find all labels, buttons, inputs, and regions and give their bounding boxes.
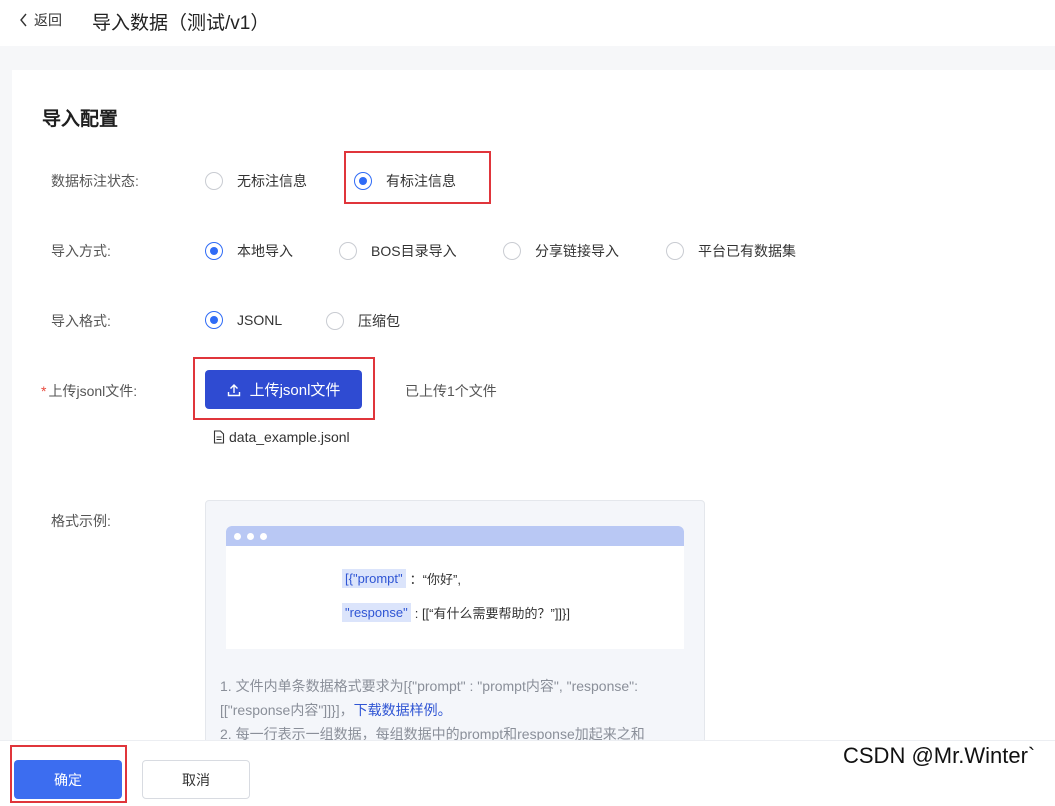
- code-line-prompt: [{"prompt" ：“你好”,: [342, 569, 461, 588]
- back-label: 返回: [34, 12, 62, 28]
- radio-circle: [205, 172, 223, 190]
- window-dot-icon: [247, 532, 254, 540]
- import-method-label: 导入方式:: [51, 243, 111, 259]
- file-icon: [213, 430, 225, 444]
- annotation-status-label: 数据标注状态:: [51, 173, 139, 189]
- radio-label: 本地导入: [237, 243, 293, 259]
- code-key-prompt: [{"prompt": [342, 569, 406, 588]
- back-button[interactable]: 返回: [18, 10, 62, 30]
- window-dot-icon: [260, 532, 267, 540]
- radio-share-link-import[interactable]: 分享链接导入: [503, 241, 619, 261]
- top-bar: 返回 导入数据（测试/v1）: [0, 0, 1055, 46]
- highlight-box-upload: [193, 357, 375, 420]
- upload-label: * 上传jsonl文件:: [41, 381, 137, 401]
- radio-circle: [326, 312, 344, 330]
- code-value-response: : [[“有什么需要帮助的？”]]}]: [414, 606, 571, 621]
- example-illustration: [{"prompt" ：“你好”, "response" : [[“有什么需要帮…: [226, 526, 684, 649]
- import-format-label: 导入格式:: [51, 313, 111, 329]
- chevron-left-icon: [20, 13, 27, 27]
- radio-label: JSONL: [237, 312, 283, 328]
- format-example-box: [{"prompt" ：“你好”, "response" : [[“有什么需要帮…: [205, 500, 705, 745]
- window-titlebar: [226, 526, 684, 546]
- radio-label: 压缩包: [358, 313, 400, 329]
- radio-no-annotation[interactable]: 无标注信息: [205, 171, 307, 191]
- upload-status: 已上传1个文件: [405, 383, 497, 399]
- radio-label: 无标注信息: [237, 173, 307, 189]
- download-sample-link[interactable]: 下载数据样例。: [354, 702, 452, 718]
- radio-circle: [339, 242, 357, 260]
- radio-label: 分享链接导入: [535, 243, 619, 259]
- radio-label: 平台已有数据集: [698, 243, 796, 259]
- page-title: 导入数据（测试/v1）: [92, 13, 270, 34]
- radio-circle: [503, 242, 521, 260]
- radio-local-import[interactable]: 本地导入: [205, 241, 293, 261]
- radio-circle-checked: [205, 311, 223, 329]
- format-example-description: 1. 文件内单条数据格式要求为[{"prompt" : "prompt内容", …: [220, 674, 690, 744]
- highlight-box-confirm: [10, 745, 127, 803]
- radio-jsonl[interactable]: JSONL: [205, 311, 282, 329]
- radio-label: BOS目录导入: [371, 243, 457, 259]
- uploaded-file-item[interactable]: data_example.jsonl: [213, 429, 350, 445]
- radio-zip[interactable]: 压缩包: [326, 311, 400, 331]
- radio-bos-import[interactable]: BOS目录导入: [339, 241, 457, 261]
- format-rule-1: 1. 文件内单条数据格式要求为[{"prompt" : "prompt内容", …: [220, 674, 690, 722]
- code-key-response: "response": [342, 603, 411, 622]
- window-dot-icon: [234, 532, 241, 540]
- cancel-button[interactable]: 取消: [142, 760, 250, 799]
- required-mark: *: [41, 383, 47, 399]
- code-value-prompt: ：“你好”,: [409, 572, 461, 587]
- radio-existing-dataset[interactable]: 平台已有数据集: [666, 241, 796, 261]
- highlight-box-annotation: [344, 151, 491, 204]
- section-title: 导入配置: [42, 109, 119, 130]
- radio-circle-checked: [205, 242, 223, 260]
- upload-label-text: 上传jsonl文件:: [48, 383, 138, 399]
- file-name: data_example.jsonl: [229, 429, 350, 445]
- radio-circle: [666, 242, 684, 260]
- code-line-response: "response" : [[“有什么需要帮助的？”]]}]: [342, 603, 570, 622]
- watermark: CSDN @Mr.Winter`: [843, 743, 1036, 768]
- format-example-label: 格式示例:: [51, 513, 111, 529]
